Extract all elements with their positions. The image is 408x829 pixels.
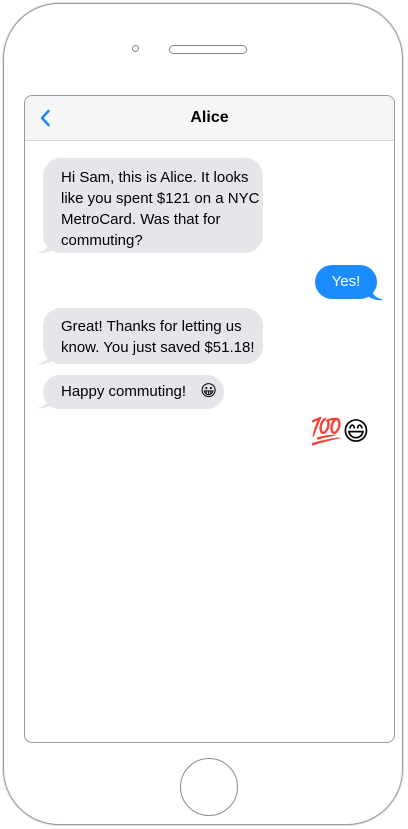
- incoming-message[interactable]: Hi Sam, this is Alice. It looks like you…: [43, 158, 263, 253]
- message-text: Yes!: [331, 273, 361, 290]
- home-button[interactable]: [180, 758, 238, 816]
- hundred-points-emoji: 💯😄: [310, 416, 370, 446]
- message-line: Hi Sam, this is Alice. It looks: [61, 169, 249, 186]
- incoming-message[interactable]: Happy commuting! 😀: [43, 375, 224, 409]
- message-line: MetroCard. Was that for: [61, 211, 221, 228]
- message-line: commuting?: [61, 232, 143, 249]
- grinning-face-emoji: 😀: [200, 383, 217, 400]
- message-line: Great! Thanks for letting us: [61, 318, 242, 335]
- phone-frame: Alice Hi Sam, this is Alice. It looks li…: [3, 3, 403, 825]
- incoming-message[interactable]: Great! Thanks for letting us know. You j…: [43, 308, 263, 364]
- front-camera: [132, 45, 139, 52]
- conversation-title: Alice: [190, 109, 229, 126]
- navigation-bar: Alice: [25, 96, 394, 141]
- message-text: Happy commuting!: [61, 383, 187, 400]
- messages-screen: Alice Hi Sam, this is Alice. It looks li…: [24, 95, 395, 743]
- outgoing-emoji-message[interactable]: 💯😄: [310, 416, 369, 446]
- message-line: know. You just saved $51.18!: [61, 339, 255, 356]
- outgoing-message[interactable]: Yes!: [315, 265, 377, 299]
- earpiece-speaker: [169, 45, 247, 54]
- message-line: like you spent $121 on a NYC: [61, 190, 260, 207]
